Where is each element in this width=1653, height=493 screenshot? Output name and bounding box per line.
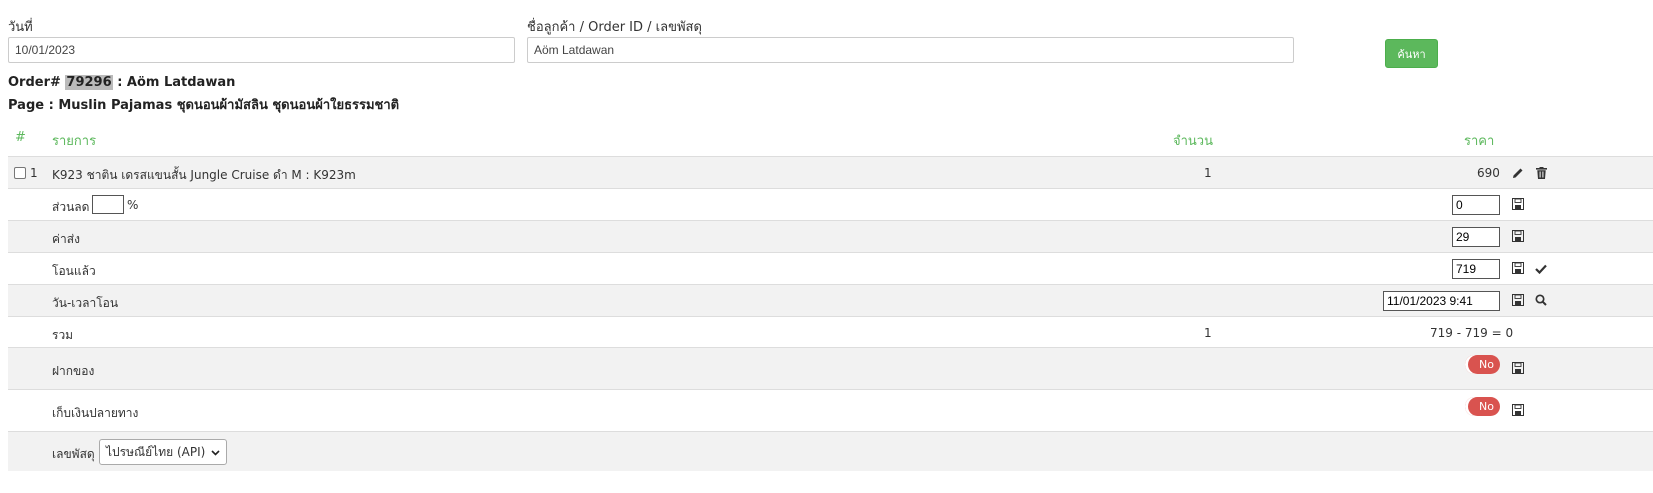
item-price: 690 <box>1477 166 1500 180</box>
deposit-label: ฝากของ <box>52 364 95 378</box>
item-name: K923 ชาติน เดรสแขนสั้น Jungle Cruise ดำ … <box>52 168 356 182</box>
save-icon[interactable] <box>1511 403 1525 417</box>
order-title: Order# 79296 : Aöm Latdawan <box>8 75 235 90</box>
header-price: ราคา <box>1464 134 1495 149</box>
table-row-total: รวม 1 719 - 719 = 0 <box>8 316 1653 347</box>
date-input[interactable] <box>8 37 515 63</box>
total-qty: 1 <box>1204 326 1212 340</box>
table-row-shipping: ค่าส่ง <box>8 220 1653 252</box>
carrier-select-value: ไปรษณีย์ไทย (API) <box>106 444 206 459</box>
pencil-icon[interactable] <box>1511 166 1525 180</box>
table-header: # รายการ จำนวน ราคา <box>8 123 1653 156</box>
check-icon[interactable] <box>1534 262 1548 276</box>
save-icon[interactable] <box>1511 361 1525 375</box>
order-items-table: # รายการ จำนวน ราคา 1 K923 ชาติน เดรสแขน… <box>8 123 1653 471</box>
customer-search-label: ชื่อลูกค้า / Order ID / เลขพัสดุ <box>527 20 702 35</box>
shipping-input[interactable] <box>1452 227 1500 247</box>
table-row-tracking: เลขพัสดุ ไปรษณีย์ไทย (API) <box>8 431 1653 471</box>
search-icon[interactable] <box>1534 293 1548 307</box>
deposit-toggle[interactable]: No <box>1465 355 1500 374</box>
order-prefix: Order# <box>8 75 61 90</box>
tracking-label: เลขพัสดุ <box>52 447 95 461</box>
transfer-time-input[interactable] <box>1383 291 1500 311</box>
table-row-deposit: ฝากของ No <box>8 347 1653 389</box>
search-button[interactable]: ค้นหา <box>1385 39 1438 68</box>
cod-toggle[interactable]: No <box>1465 397 1500 416</box>
cod-label: เก็บเงินปลายทาง <box>52 406 139 420</box>
transferred-label: โอนแล้ว <box>52 264 96 278</box>
header-qty: จำนวน <box>1173 134 1213 149</box>
table-row-transfer-time: วัน-เวลาโอน <box>8 284 1653 316</box>
discount-amount-input[interactable] <box>1452 195 1500 215</box>
table-row-transferred: โอนแล้ว <box>8 252 1653 284</box>
order-id: 79296 <box>65 75 113 90</box>
date-label: วันที่ <box>8 20 33 35</box>
save-icon[interactable] <box>1511 197 1525 211</box>
shipping-label: ค่าส่ง <box>52 232 80 246</box>
order-customer: : Aöm Latdawan <box>117 75 236 90</box>
customer-search-input[interactable] <box>527 37 1294 63</box>
table-row-item: 1 K923 ชาติน เดรสแขนสั้น Jungle Cruise ด… <box>8 156 1653 188</box>
table-row-cod: เก็บเงินปลายทาง No <box>8 389 1653 431</box>
header-item: รายการ <box>52 134 97 149</box>
discount-percent-input[interactable] <box>92 195 124 214</box>
discount-label: ส่วนลด <box>52 200 90 214</box>
carrier-select[interactable]: ไปรษณีย์ไทย (API) <box>99 439 228 465</box>
total-label: รวม <box>52 328 74 342</box>
item-checkbox[interactable] <box>14 167 26 179</box>
save-icon[interactable] <box>1511 261 1525 275</box>
save-icon[interactable] <box>1511 293 1525 307</box>
table-row-discount: ส่วนลด % <box>8 188 1653 220</box>
total-balance: 719 - 719 = 0 <box>1430 326 1514 340</box>
discount-unit: % <box>127 198 139 212</box>
item-qty: 1 <box>1204 166 1212 180</box>
transfer-time-label: วัน-เวลาโอน <box>52 296 119 310</box>
transferred-input[interactable] <box>1452 259 1500 279</box>
header-index: # <box>15 130 26 145</box>
chevron-down-icon <box>211 445 220 459</box>
order-page: Page : Muslin Pajamas ชุดนอนผ้ามัสลิน ชุ… <box>8 98 400 113</box>
item-index: 1 <box>30 166 38 180</box>
trash-icon[interactable] <box>1534 166 1548 180</box>
save-icon[interactable] <box>1511 229 1525 243</box>
